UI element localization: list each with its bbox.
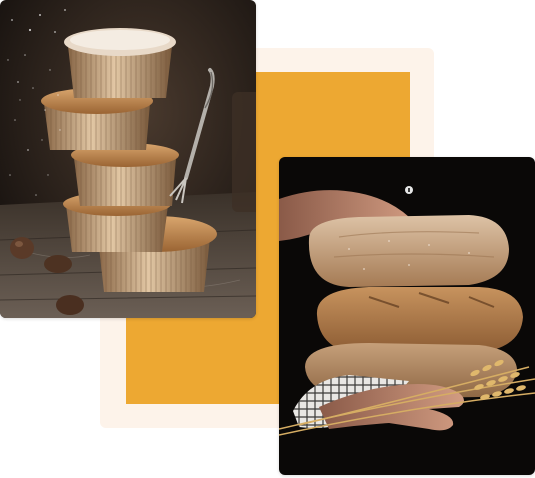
muffins-illustration <box>0 0 256 318</box>
photo-muffins <box>0 0 256 318</box>
bread-illustration <box>279 157 535 475</box>
loaf-top <box>308 215 509 287</box>
photo-bread <box>279 157 535 475</box>
